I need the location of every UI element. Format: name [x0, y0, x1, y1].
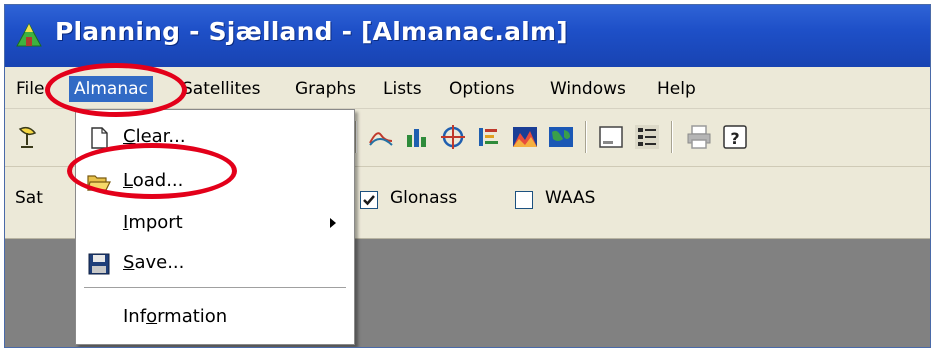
annotation-ellipse-load — [67, 143, 237, 199]
help-icon[interactable]: ? — [721, 123, 749, 151]
menu-item-label: Inf — [123, 306, 147, 327]
toolbar-separator — [585, 121, 587, 153]
checkmark-icon — [363, 195, 375, 206]
accelerator-key: S — [123, 252, 135, 273]
accelerator-key: o — [146, 306, 158, 327]
list-graph-icon[interactable] — [475, 123, 503, 151]
floppy-disk-icon — [88, 253, 110, 275]
menu-item-label: rmation — [157, 306, 228, 327]
satellites-label: Sat — [15, 188, 43, 208]
toolbar-separator — [355, 121, 357, 153]
satellite-dish-icon[interactable] — [15, 123, 43, 151]
application-window: Planning - Sjælland - [Almanac.alm] File… — [4, 4, 931, 348]
bar-chart-icon[interactable] — [403, 123, 431, 151]
glonass-checkbox[interactable] — [360, 191, 378, 209]
menu-lists[interactable]: Lists — [378, 76, 427, 102]
elevation-graph-icon[interactable] — [367, 123, 395, 151]
window-title: Planning - Sjælland - [Almanac.alm] — [55, 17, 568, 46]
menu-item-label: mport — [128, 212, 183, 233]
menu-file[interactable]: File — [11, 76, 49, 102]
menu-item-label: ave... — [134, 252, 185, 273]
menu-item-import[interactable]: Import — [76, 204, 354, 242]
menu-options[interactable]: Options — [444, 76, 520, 102]
menu-windows[interactable]: Windows — [545, 76, 631, 102]
menu-help[interactable]: Help — [652, 76, 701, 102]
printer-icon[interactable] — [685, 123, 713, 151]
submenu-arrow-icon — [330, 218, 336, 228]
waas-checkbox[interactable] — [515, 191, 533, 209]
toolbar-separator — [671, 121, 673, 153]
glonass-label: Glonass — [390, 188, 458, 208]
menu-separator — [84, 287, 346, 288]
menu-satellites[interactable]: Satellites — [177, 76, 265, 102]
menu-item-save[interactable]: Save... — [76, 244, 354, 282]
crosshair-icon[interactable] — [439, 123, 467, 151]
list-view-icon[interactable] — [633, 123, 661, 151]
annotation-ellipse-almanac — [45, 63, 187, 117]
menu-graphs[interactable]: Graphs — [290, 76, 361, 102]
menu-item-information[interactable]: Information — [76, 298, 354, 336]
app-icon — [16, 22, 42, 47]
mountain-graph-icon[interactable] — [511, 123, 539, 151]
waas-label: WAAS — [545, 188, 596, 208]
svg-text:?: ? — [730, 129, 739, 148]
title-bar[interactable]: Planning - Sjælland - [Almanac.alm] — [5, 5, 930, 67]
world-map-icon[interactable] — [547, 123, 575, 151]
window-icon[interactable] — [597, 123, 625, 151]
